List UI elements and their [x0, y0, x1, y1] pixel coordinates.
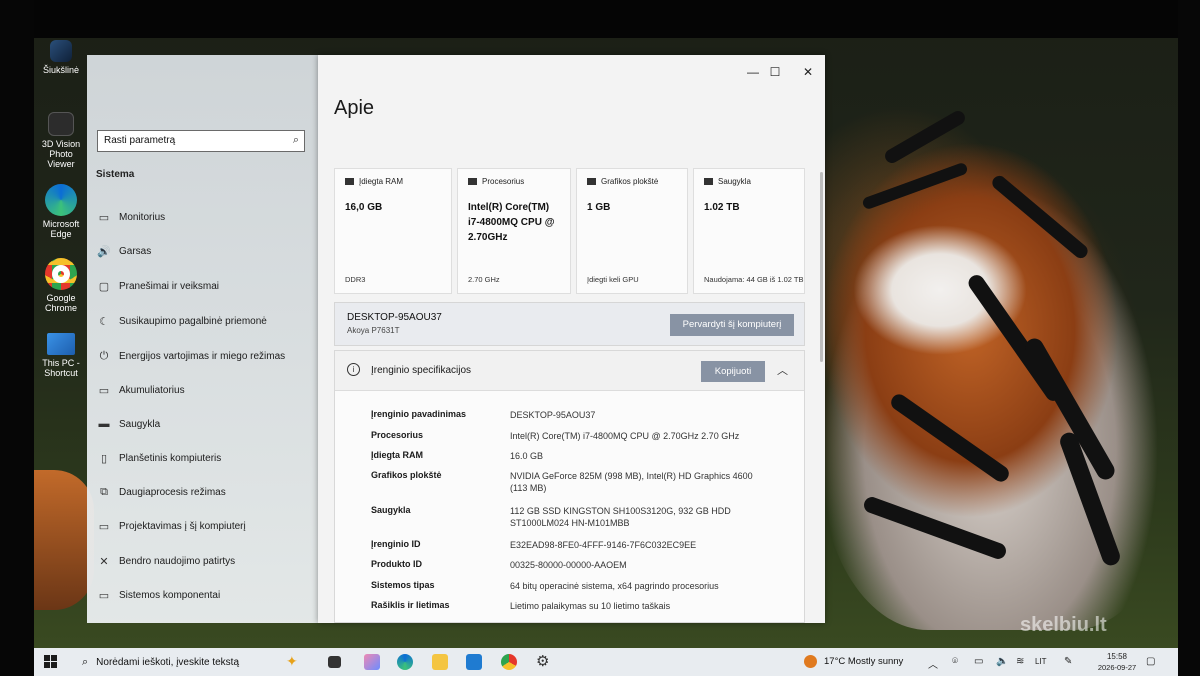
settings-nav-pane: Rasti parametrą ⌕ Sistema ▭ Monitorius 🔊 G… — [87, 55, 318, 623]
network-icon[interactable]: ⌾ — [952, 656, 958, 667]
battery-icon: ▭ — [98, 384, 110, 397]
language-indicator[interactable]: LIT — [1035, 657, 1047, 666]
device-model: Akoya P7631T — [347, 326, 400, 335]
tablet-icon: ▯ — [100, 452, 108, 465]
scrollbar[interactable] — [820, 172, 823, 362]
shared-experiences-icon: ✕ — [99, 555, 109, 568]
nav-item-akumuliatorius[interactable]: ▭ Akumuliatorius — [95, 379, 310, 401]
watermark: skelbiu.lt — [1020, 614, 1107, 636]
copilot-sparkle-icon[interactable]: ✦ — [286, 653, 302, 669]
copilot-icon[interactable] — [364, 654, 380, 670]
search-placeholder: Rasti parametrą — [104, 135, 176, 146]
multitasking-icon: ⧉ — [100, 485, 108, 498]
monitor-bezel-right — [1178, 0, 1200, 676]
weather-sun-icon[interactable] — [804, 655, 817, 668]
notification-center-icon[interactable]: ▢ — [1146, 656, 1155, 667]
wallpaper-tiger-tail — [34, 470, 94, 610]
wifi-icon[interactable]: ≋ — [1016, 656, 1024, 667]
desktop-icon-recycle-bin[interactable]: Šiukšlinė — [36, 40, 86, 75]
storage-icon: ▬ — [98, 418, 110, 430]
card-processor: Procesorius Intel(R) Core(TM) i7-4800MQ … — [457, 168, 571, 294]
card-storage: Saugykla 1.02 TB Naudojama: 44 GB iš 1.0… — [693, 168, 805, 294]
outlook-icon[interactable] — [466, 654, 482, 670]
nav-item-garsas[interactable]: 🔊 Garsas — [95, 240, 310, 262]
edge-icon[interactable] — [397, 654, 413, 670]
taskbar-search-box[interactable]: ⌕ Norėdami ieškoti, įveskite tekstą — [72, 648, 322, 676]
card-ram: Įdiegta RAM 16,0 GB DDR3 — [334, 168, 452, 294]
battery-icon[interactable]: ▭ — [974, 656, 983, 667]
close-button[interactable]: ✕ — [797, 65, 819, 79]
volume-icon[interactable]: 🔈 — [996, 656, 1008, 667]
task-view-icon[interactable] — [328, 656, 341, 668]
nav-item-projektavimas[interactable]: ▭ Projektavimas į šį kompiuterį — [95, 515, 310, 537]
device-specifications-panel: i Įrenginio specifikacijos Kopijuoti ︿ Į… — [334, 350, 805, 623]
chrome-icon — [45, 258, 77, 290]
nav-item-energijos[interactable]: ⏻ Energijos vartojimas ir miego režimas — [95, 345, 310, 367]
clock-time[interactable]: 15:58 — [1092, 652, 1142, 661]
page-title: Apie — [334, 97, 375, 119]
recycle-bin-icon — [50, 40, 72, 62]
nav-item-daugiaprocesis[interactable]: ⧉ Daugiaprocesis režimas — [95, 481, 310, 503]
clock-date[interactable]: 2026-09-27 — [1092, 663, 1142, 672]
power-icon: ⏻ — [99, 349, 109, 362]
notification-icon: ▢ — [98, 280, 110, 293]
chevron-up-icon[interactable]: ︿ — [928, 656, 938, 671]
photo-viewer-icon — [48, 112, 74, 136]
pen-icon[interactable]: ✎ — [1064, 656, 1072, 667]
nav-item-pranesimai[interactable]: ▢ Pranešimai ir veiksmai — [95, 275, 310, 297]
wallpaper-tiger — [820, 70, 1180, 630]
desktop-icon-edge[interactable]: Microsoft Edge — [36, 184, 86, 239]
projecting-icon: ▭ — [98, 520, 110, 533]
info-icon: i — [347, 363, 360, 376]
weather-text[interactable]: 17°C Mostly sunny — [824, 656, 903, 667]
nav-item-saugykla[interactable]: ▬ Saugykla — [95, 413, 310, 435]
search-icon: ⌕ — [82, 655, 89, 668]
chrome-icon[interactable] — [501, 654, 517, 670]
graphics-card-icon — [587, 178, 596, 185]
copy-button[interactable]: Kopijuoti — [701, 361, 765, 382]
settings-search-input[interactable]: Rasti parametrą ⌕ — [97, 130, 305, 152]
rename-pc-button[interactable]: Pervardyti šį kompiuterį — [670, 314, 794, 336]
speaker-icon: 🔊 — [97, 245, 111, 258]
device-name-bar: DESKTOP-95AOU37 Akoya P7631T Pervardyti … — [334, 302, 805, 346]
components-icon: ▭ — [98, 589, 110, 602]
section-title: Sistema — [96, 169, 135, 180]
specs-title: Įrenginio specifikacijos — [371, 365, 472, 376]
desktop-icon-this-pc[interactable]: This PC - Shortcut — [36, 333, 86, 378]
taskbar: ⌕ Norėdami ieškoti, įveskite tekstą ✦ ⚙ … — [34, 648, 1178, 676]
monitor-bezel-top — [0, 0, 1200, 38]
monitor-bezel-left — [0, 0, 34, 676]
desktop-icon-photo-viewer[interactable]: 3D Vision Photo Viewer — [36, 112, 86, 169]
file-explorer-icon[interactable] — [432, 654, 448, 670]
card-graphics: Grafikos plokštė 1 GB Įdiegti keli GPU — [576, 168, 688, 294]
this-pc-icon — [47, 333, 75, 355]
nav-item-bendro-naudojimo[interactable]: ✕ Bendro naudojimo patirtys — [95, 550, 310, 572]
nav-item-monitorius[interactable]: ▭ Monitorius — [95, 206, 310, 228]
settings-gear-icon[interactable]: ⚙ — [536, 654, 552, 670]
desktop-icon-chrome[interactable]: Google Chrome — [36, 258, 86, 313]
minimize-button[interactable]: — — [742, 65, 764, 79]
nav-item-susikaupimo[interactable]: ☾ Susikaupimo pagalbinė priemonė — [95, 310, 310, 332]
moon-icon: ☾ — [99, 315, 109, 328]
edge-icon — [45, 184, 77, 216]
search-icon[interactable]: ⌕ — [293, 134, 299, 147]
maximize-button[interactable]: ☐ — [764, 65, 786, 79]
specs-header[interactable]: i Įrenginio specifikacijos Kopijuoti ︿ — [335, 351, 804, 391]
chevron-up-icon[interactable]: ︿ — [777, 362, 788, 378]
nav-item-sistemos-komponentai[interactable]: ▭ Sistemos komponentai — [95, 584, 310, 606]
about-window: — ☐ ✕ Apie Įdiegta RAM 16,0 GB DDR3 Proc… — [318, 55, 825, 623]
storage-icon — [704, 178, 713, 185]
monitor-icon: ▭ — [98, 211, 110, 224]
ram-icon — [345, 178, 354, 185]
device-name: DESKTOP-95AOU37 — [347, 312, 442, 323]
windows-start-icon[interactable] — [44, 655, 58, 669]
processor-icon — [468, 178, 477, 185]
nav-item-plansetinis[interactable]: ▯ Planšetinis kompiuteris — [95, 447, 310, 469]
